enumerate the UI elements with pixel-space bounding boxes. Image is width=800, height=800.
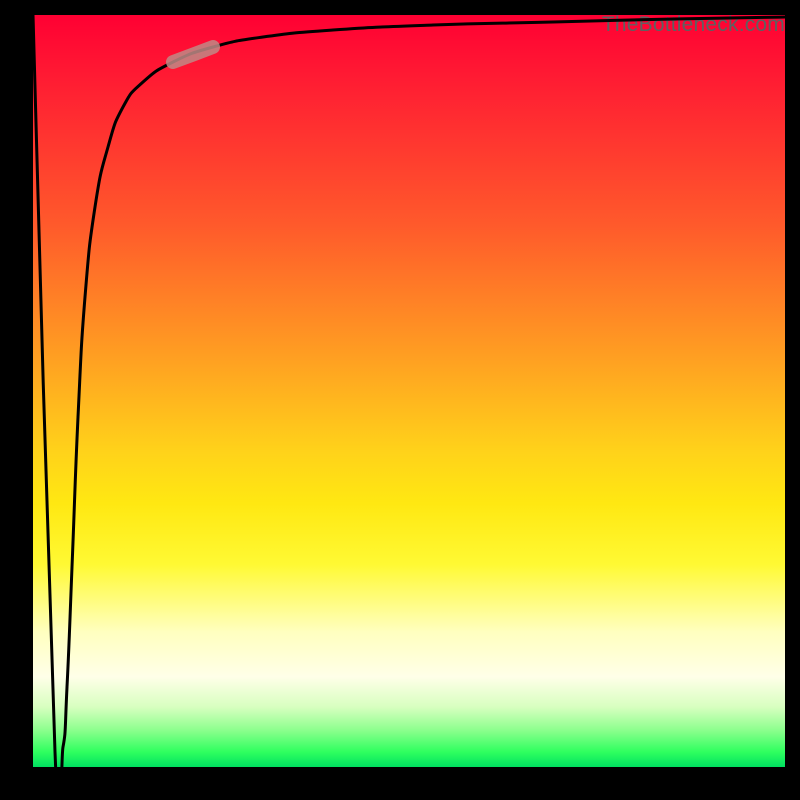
highlight-segment [173, 47, 213, 62]
chart-frame: TheBottleneck.com [0, 0, 800, 800]
curve-layer [33, 15, 785, 767]
plot-area: TheBottleneck.com [33, 15, 785, 767]
bottleneck-curve [33, 15, 785, 767]
